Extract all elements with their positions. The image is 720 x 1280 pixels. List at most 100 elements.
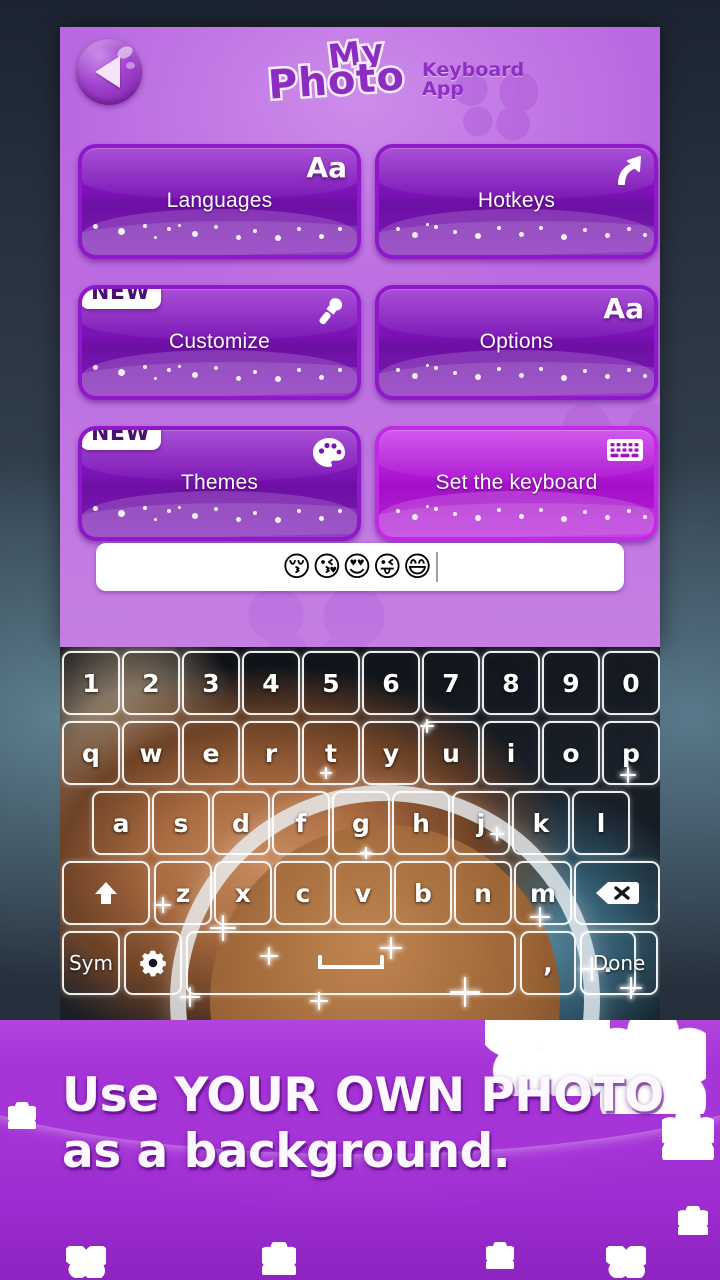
menu-tile-label: Set the keyboard [435,470,598,494]
key-r[interactable]: r [242,721,300,785]
key-0[interactable]: 0 [602,651,660,715]
key-label: y [382,738,400,768]
key-shift[interactable] [62,861,150,925]
key-label: h [412,808,430,838]
menu-tile-languages[interactable]: Aa Languages [78,144,361,259]
key-label: 8 [502,668,520,698]
back-button[interactable] [76,39,142,105]
key-label: g [352,808,370,838]
tile-bubbles [82,358,357,392]
flower-decoration [262,1242,296,1275]
space-bar-icon [318,955,384,969]
key-n[interactable]: n [454,861,512,925]
key-d[interactable]: d [212,791,270,855]
key-label: 4 [262,668,280,698]
key-5[interactable]: 5 [302,651,360,715]
menu-tile-label: Customize [169,329,270,353]
app-window: My Photo Keyboard App Aa Languages Hotke… [60,27,660,647]
key-label: e [202,738,220,768]
key-4[interactable]: 4 [242,651,300,715]
key-z[interactable]: z [154,861,212,925]
tile-bubbles [379,499,654,533]
key-2[interactable]: 2 [122,651,180,715]
banner-line-1: Use YOUR OWN PHOTO [62,1068,664,1123]
key-space[interactable] [186,931,516,995]
key-8[interactable]: 8 [482,651,540,715]
key-label: j [476,808,486,838]
menu-tile-customize[interactable]: Customize NEW [78,285,361,400]
key-j[interactable]: j [452,791,510,855]
key-label: a [112,808,130,838]
key-label: , [543,948,553,978]
key-label: 3 [202,668,220,698]
key-label: f [295,808,307,838]
key-label: x [234,878,252,908]
key-7[interactable]: 7 [422,651,480,715]
key-k[interactable]: k [512,791,570,855]
new-badge: NEW [82,430,162,450]
tile-bubbles [379,358,654,392]
key-t[interactable]: t [302,721,360,785]
key-label: o [562,738,580,768]
key-label: w [139,738,163,768]
key-x[interactable]: x [214,861,272,925]
key-label: t [325,738,337,768]
key-v[interactable]: v [334,861,392,925]
banner-line-2: as a background. [62,1124,511,1179]
key-label: 5 [322,668,340,698]
key-1[interactable]: 1 [62,651,120,715]
key-label: q [82,738,100,768]
flower-decoration [678,1206,708,1235]
key-label: u [442,738,460,768]
butterfly-decoration [66,1246,106,1278]
shift-up-icon [95,882,117,904]
brush-icon [311,295,347,331]
menu-tile-hotkeys[interactable]: Hotkeys [375,144,658,259]
key-backspace[interactable] [574,861,660,925]
key-3[interactable]: 3 [182,651,240,715]
logo-line-photo: Photo [264,51,409,111]
flower-decoration [486,1242,514,1269]
app-logo: My Photo Keyboard App [256,28,556,115]
key-o[interactable]: o [542,721,600,785]
key-i[interactable]: i [482,721,540,785]
key-e[interactable]: e [182,721,240,785]
key-label: b [414,878,432,908]
key-u[interactable]: u [422,721,480,785]
key-y[interactable]: y [362,721,420,785]
key-c[interactable]: c [274,861,332,925]
key-l[interactable]: l [572,791,630,855]
key-m[interactable]: m [514,861,572,925]
key-g[interactable]: g [332,791,390,855]
key-a[interactable]: a [92,791,150,855]
key-label: m [529,878,557,908]
key-w[interactable]: w [122,721,180,785]
menu-tile-options[interactable]: Aa Options [375,285,658,400]
key-s[interactable]: s [152,791,210,855]
key-h[interactable]: h [392,791,450,855]
shortcut-arrow-icon [610,154,644,188]
logo-subtitle: Keyboard App [422,61,552,99]
key-q[interactable]: q [62,721,120,785]
key-9[interactable]: 9 [542,651,600,715]
menu-tile-themes[interactable]: Themes NEW [78,426,361,541]
key-settings[interactable] [124,931,182,995]
logo-subtitle-line2: App [422,78,464,100]
text-size-icon: Aa [603,292,644,325]
key-b[interactable]: b [394,861,452,925]
promo-banner: Use YOUR OWN PHOTO as a background. [0,1020,720,1280]
key-comma[interactable]: , [520,931,576,995]
key-label: 0 [622,668,640,698]
key-6[interactable]: 6 [362,651,420,715]
tile-bubbles [379,217,654,251]
tile-bubbles [82,217,357,251]
key-done[interactable]: Done [580,931,658,995]
key-p[interactable]: p [602,721,660,785]
app-header: My Photo Keyboard App [60,27,660,119]
gear-icon [140,950,166,977]
key-sym[interactable]: Sym [62,931,120,995]
text-caret [435,552,438,582]
menu-tile-set-the-keyboard[interactable]: Set the keyboard [375,426,658,541]
key-f[interactable]: f [272,791,330,855]
text-input-field[interactable]: 😚😘😍😜😄 [96,543,624,591]
